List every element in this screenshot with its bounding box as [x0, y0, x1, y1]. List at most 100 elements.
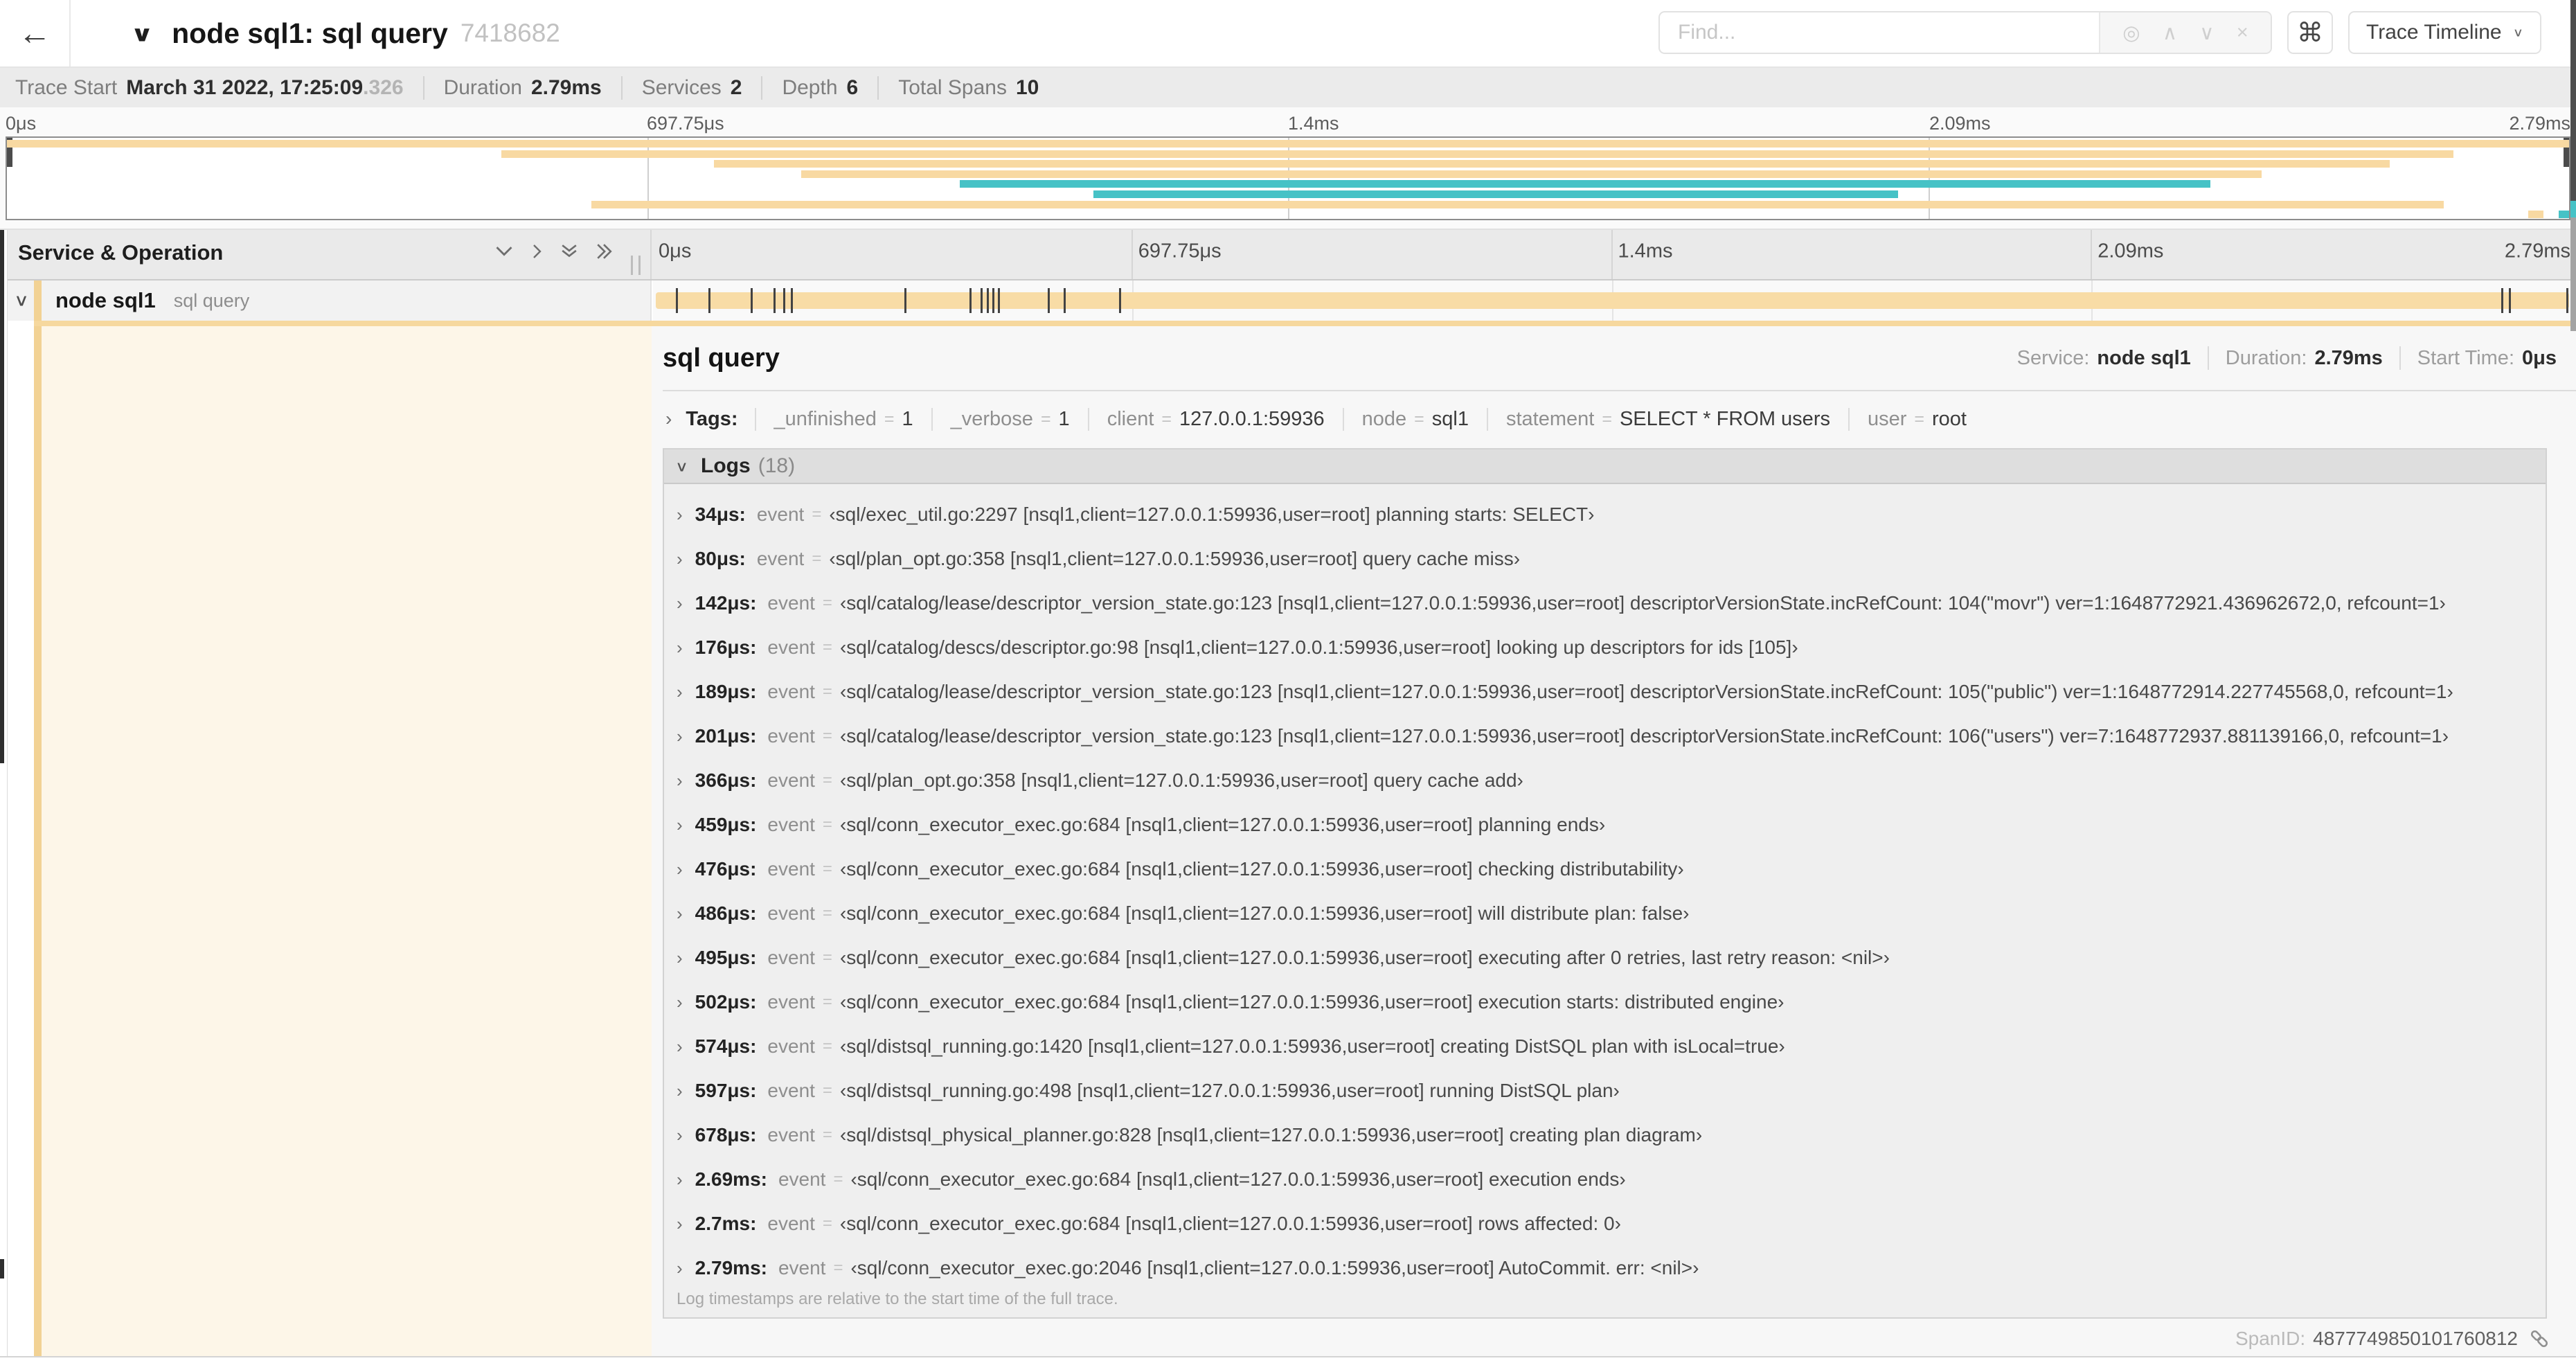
log-row[interactable]: › 2.79ms: event = ‹sql/conn_executor_exec.go… [664, 1246, 2546, 1290]
log-marker [791, 288, 794, 313]
chevron-right-icon[interactable]: › [677, 504, 683, 526]
log-timestamp: 495μs: [695, 947, 757, 968]
chevron-right-icon[interactable]: › [677, 947, 683, 969]
log-marker [904, 288, 906, 313]
chevron-right-icon[interactable]: › [677, 992, 683, 1013]
log-row[interactable]: › 459μs: event = ‹sql/conn_executor_exec.go:… [664, 803, 2546, 847]
service-value: node sql1 [2097, 346, 2191, 369]
chevron-right-icon[interactable]: › [677, 682, 683, 703]
chevron-down-icon[interactable]: ∨ [2199, 21, 2214, 45]
log-row[interactable]: › 142μs: event = ‹sql/catalog/lease/descript… [664, 581, 2546, 625]
minimap-canvas[interactable] [6, 136, 2570, 220]
chevron-right-icon[interactable]: › [677, 1080, 683, 1102]
log-marker [986, 288, 989, 313]
log-row[interactable]: › 476μs: event = ‹sql/conn_executor_exec.go:… [664, 847, 2546, 891]
chevron-right-icon[interactable]: › [677, 1125, 683, 1146]
back-button[interactable]: ← [0, 0, 71, 66]
chevron-right-icon[interactable]: › [677, 814, 683, 836]
logs-count: (18) [758, 454, 796, 477]
summary-item-value: 2 [730, 75, 742, 99]
duration-label: Duration: [2225, 346, 2307, 369]
right-scrollbar[interactable] [2570, 0, 2576, 1363]
log-equals: = [822, 904, 832, 923]
tags-accordion[interactable]: › Tags: _unfinished = 1 _verbose = 1 client = 12… [663, 391, 2557, 447]
log-row[interactable]: › 2.69ms: event = ‹sql/conn_executor_exec.go… [664, 1157, 2546, 1202]
log-row[interactable]: › 597μs: event = ‹sql/distsql_running.go:498… [664, 1069, 2546, 1113]
logs-header[interactable]: ∨ Logs (18) [664, 449, 2546, 484]
log-row[interactable]: › 486μs: event = ‹sql/conn_executor_exec.go:… [664, 891, 2546, 936]
span-duration-bar[interactable] [656, 292, 2569, 309]
log-row[interactable]: › 574μs: event = ‹sql/distsql_running.go:142… [664, 1024, 2546, 1069]
double-chevron-down-icon[interactable] [560, 243, 579, 260]
trace-id: 7418682 [460, 19, 560, 47]
log-equals: = [822, 1125, 832, 1144]
log-equals: = [822, 771, 832, 790]
log-row[interactable]: › 176μs: event = ‹sql/catalog/descs/descript… [664, 625, 2546, 670]
service-color-accent [34, 326, 42, 1356]
chevron-down-icon[interactable] [494, 244, 514, 259]
chevron-up-icon[interactable]: ∧ [2163, 21, 2177, 45]
log-row[interactable]: › 80μs: event = ‹sql/plan_opt.go:358 [nsql1,… [664, 537, 2546, 581]
keyboard-shortcuts-button[interactable]: ⌘ [2287, 11, 2333, 54]
right-scrollbar-thumb[interactable] [2570, 0, 2576, 201]
span-detail-row: sql query Service: node sql1 Duration: 2… [0, 326, 2576, 1357]
chevron-right-icon[interactable]: › [677, 1169, 683, 1191]
summary-item-value: 6 [846, 75, 859, 99]
log-field-value: ‹sql/catalog/lease/descriptor_version_st… [839, 681, 2453, 702]
log-row[interactable]: › 366μs: event = ‹sql/plan_opt.go:358 [nsql1… [664, 758, 2546, 803]
log-row[interactable]: › 678μs: event = ‹sql/distsql_physical_plann… [664, 1113, 2546, 1157]
command-icon: ⌘ [2297, 18, 2323, 48]
chevron-right-icon[interactable]: › [677, 1213, 683, 1235]
chevron-right-icon[interactable]: › [677, 1258, 683, 1279]
chevron-down-icon[interactable]: ∨ [14, 291, 29, 310]
minimap-tick-label: 1.4ms [1288, 113, 1339, 134]
span-row[interactable]: ∨ node sql1 sql query [0, 280, 2576, 321]
log-field-value: ‹sql/catalog/descs/descriptor.go:98 [nsq… [839, 636, 1798, 658]
log-row[interactable]: › 34μs: event = ‹sql/exec_util.go:2297 [nsql… [664, 492, 2546, 537]
log-marker [2501, 288, 2504, 313]
chevron-right-icon[interactable] [529, 243, 544, 260]
span-row-timeline[interactable] [653, 280, 2570, 321]
log-field-key: event [767, 902, 815, 924]
left-scrollbar-thumb[interactable] [0, 230, 4, 763]
log-row[interactable]: › 2.7ms: event = ‹sql/conn_executor_exec.go:… [664, 1202, 2546, 1246]
left-scrollbar-thumb[interactable] [0, 1259, 4, 1279]
summary-item-label: Services [641, 75, 722, 99]
minimap-tick-label: 0μs [6, 113, 37, 134]
close-icon[interactable]: × [2237, 21, 2248, 44]
double-chevron-right-icon[interactable] [594, 243, 614, 260]
left-scrollbar-track[interactable] [0, 230, 8, 1356]
logs-label: Logs [701, 454, 751, 477]
link-icon[interactable] [2528, 1327, 2551, 1351]
find-input[interactable]: Find... ◎ ∧ ∨ × [1658, 11, 2272, 54]
log-row[interactable]: › 502μs: event = ‹sql/conn_executor_exec.go:… [664, 980, 2546, 1024]
tag-value: 1 [1058, 407, 1070, 430]
chevron-right-icon[interactable]: › [677, 549, 683, 570]
summary-item-label: Duration [443, 75, 522, 99]
chevron-right-icon[interactable]: › [677, 903, 683, 925]
trace-title-group: ∨ node sql1: sql query 7418682 [130, 0, 560, 66]
chevron-down-icon[interactable]: ∨ [130, 21, 154, 46]
log-timestamp: 142μs: [695, 592, 757, 614]
chevron-right-icon[interactable]: › [677, 1036, 683, 1058]
log-row[interactable]: › 201μs: event = ‹sql/catalog/lease/descript… [664, 714, 2546, 758]
summary-divider [620, 75, 623, 100]
tag-key: _verbose [950, 407, 1033, 430]
chevron-right-icon[interactable]: › [677, 593, 683, 614]
column-resize-grip[interactable] [631, 256, 641, 275]
view-selector-button[interactable]: Trace Timeline ∨ [2348, 11, 2541, 54]
chevron-right-icon[interactable]: › [677, 637, 683, 659]
tag-key: statement [1505, 407, 1595, 430]
chevron-right-icon[interactable]: › [677, 726, 683, 747]
log-row[interactable]: › 189μs: event = ‹sql/catalog/lease/descript… [664, 670, 2546, 714]
locate-icon[interactable]: ◎ [2122, 21, 2140, 45]
tag-value: root [1932, 407, 1967, 430]
duration-value: 2.79ms [2314, 346, 2383, 369]
span-row-name-column[interactable]: ∨ node sql1 sql query [0, 280, 652, 321]
chevron-right-icon[interactable]: › [677, 859, 683, 880]
chevron-right-icon[interactable]: › [677, 770, 683, 792]
right-scrollbar-track[interactable] [2570, 217, 2576, 331]
log-marker [751, 288, 753, 313]
log-row[interactable]: › 495μs: event = ‹sql/conn_executor_exec.go:… [664, 936, 2546, 980]
log-field-key: event [767, 991, 815, 1013]
